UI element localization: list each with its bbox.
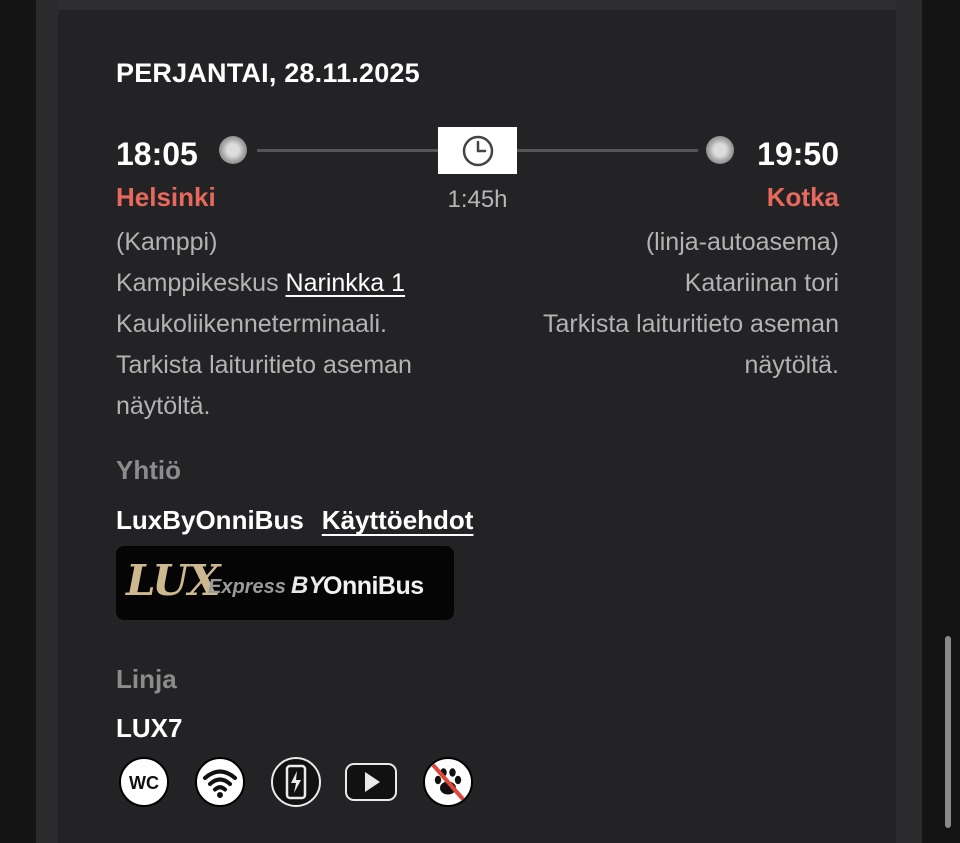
arrival-stop: Katariinan tori (684, 269, 839, 297)
departure-detail-1: Kaukoliikenneterminaali. (116, 310, 387, 338)
wc-icon-text: WC (129, 773, 159, 793)
departure-time: 18:05 (116, 136, 198, 172)
logo-by-text: BY (291, 572, 325, 599)
company-label: Yhtiö (116, 455, 181, 485)
arrival-detail-2: näytöltä. (744, 351, 839, 379)
logo-lux-text: LUX (126, 556, 220, 605)
logo-express-text: Express (208, 576, 286, 598)
scrollbar-thumb[interactable] (945, 636, 951, 828)
wifi-icon (194, 756, 246, 808)
departure-area: (Kamppi) (116, 228, 218, 256)
line-code: LUX7 (116, 713, 183, 743)
arrival-city: Kotka (766, 182, 839, 212)
departure-city: Helsinki (116, 182, 216, 212)
logo-onnibus-text: OnniBus (323, 572, 424, 600)
departure-stop-marker (219, 136, 247, 164)
terms-link[interactable]: Käyttöehdot (322, 505, 474, 535)
departure-detail-2: Tarkista laituritieto aseman (116, 351, 412, 379)
arrival-area: (linja-autoasema) (645, 228, 839, 256)
departure-stop-prefix: Kamppikeskus (116, 269, 286, 297)
route-line-right (517, 149, 698, 152)
arrival-detail-1: Tarkista laituritieto aseman (543, 310, 839, 338)
arrival-time: 19:50 (757, 136, 839, 172)
arrival-stop-marker (706, 136, 734, 164)
card-top-divider (58, 0, 896, 10)
no-pets-icon (422, 756, 474, 808)
phone-charging-icon (270, 756, 322, 808)
line-label: Linja (116, 664, 177, 694)
company-name: LuxByOnniBus (116, 505, 304, 535)
company-logo: LUX Express BY OnniBus (116, 546, 454, 620)
route-line-left (257, 149, 438, 152)
departure-detail-3: näytöltä. (116, 392, 211, 420)
trip-date: PERJANTAI, 28.11.2025 (116, 58, 420, 88)
departure-stop-link[interactable]: Narinkka 1 (286, 269, 406, 297)
company-row: LuxByOnniBus Käyttöehdot (116, 505, 473, 536)
wc-icon: WC (118, 756, 170, 808)
departure-stop: Kamppikeskus Narinkka 1 (116, 263, 405, 304)
clock-icon (438, 127, 517, 174)
video-play-icon (344, 756, 398, 808)
